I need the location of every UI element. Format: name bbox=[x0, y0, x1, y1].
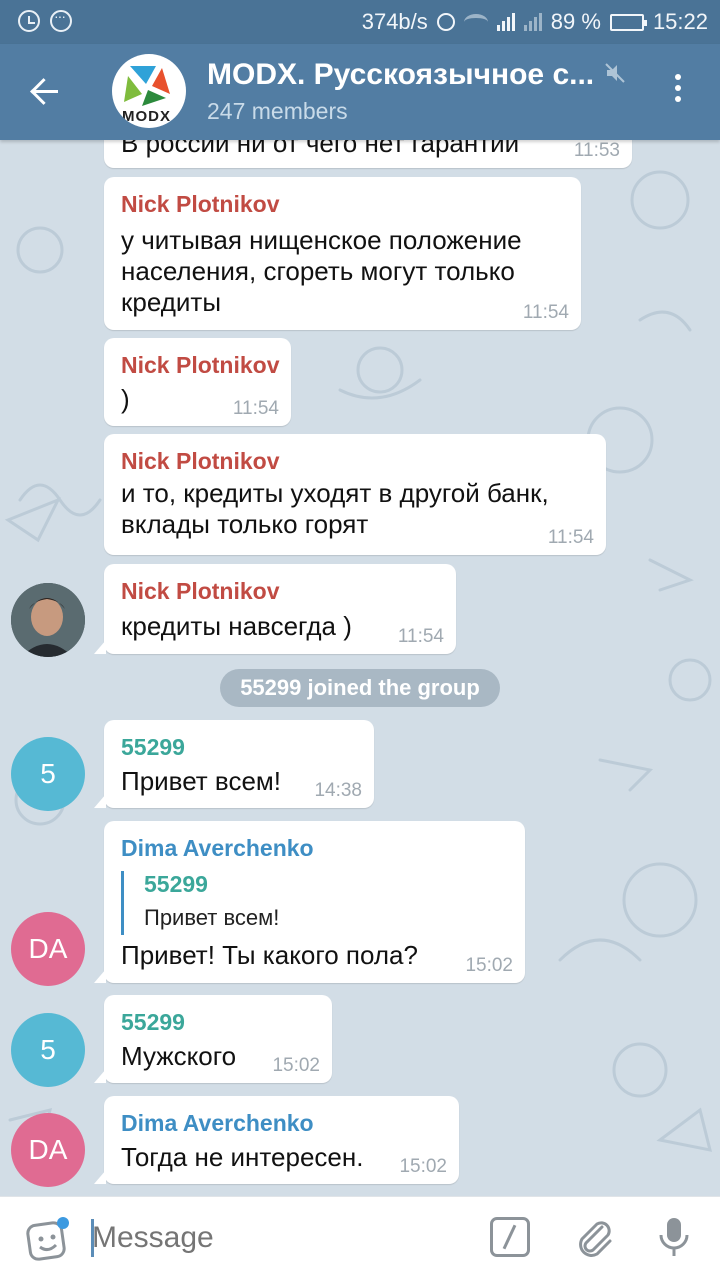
sticker-emoji-icon[interactable] bbox=[26, 1217, 70, 1261]
message-time: 15:02 bbox=[399, 1156, 447, 1177]
message-text: Мужского bbox=[121, 1041, 237, 1071]
avatar-initials: 5 bbox=[40, 1034, 56, 1065]
microphone-icon[interactable] bbox=[656, 1215, 692, 1259]
message-text: вклады только горят bbox=[121, 509, 369, 539]
user-avatar-photo[interactable] bbox=[11, 583, 85, 657]
message-text: и то, кредиты уходят в другой банк, bbox=[121, 478, 549, 508]
chat-header[interactable]: MODX MODX. Русскоязычное с... 247 member… bbox=[0, 44, 720, 140]
status-bar: 374b/s 89 % 15:22 bbox=[0, 0, 720, 44]
bot-command-icon[interactable] bbox=[490, 1217, 530, 1257]
attach-paperclip-icon[interactable] bbox=[572, 1215, 616, 1259]
member-count: 247 members bbox=[207, 98, 348, 124]
message-bubble[interactable]: 55299 Мужского 15:02 bbox=[94, 995, 332, 1083]
message-time: 11:54 bbox=[232, 398, 279, 419]
message-bubble[interactable]: Nick Plotnikov у читывая нищенское полож… bbox=[104, 177, 581, 330]
message-text: Привет! Ты какого пола? bbox=[121, 940, 418, 970]
message-text: населения, сгореть могут только bbox=[121, 256, 515, 286]
message-bubble[interactable]: 55299 Привет всем! 14:38 bbox=[94, 720, 374, 808]
message-bubble[interactable]: Nick Plotnikov кредиты навсегда ) 11:54 bbox=[94, 564, 456, 654]
message-bubble[interactable]: Nick Plotnikov ) 11:54 bbox=[104, 338, 291, 426]
message-list[interactable]: В россии ни от чего нет гарантии 11:53 N… bbox=[0, 140, 720, 1196]
user-photo bbox=[11, 583, 85, 657]
notification-dots-icon bbox=[50, 8, 72, 32]
message-sender[interactable]: Nick Plotnikov bbox=[121, 448, 279, 475]
group-title[interactable]: MODX. Русскоязычное с... bbox=[207, 58, 602, 92]
signal-2-icon bbox=[523, 13, 542, 31]
wifi-icon bbox=[463, 14, 488, 30]
reply-text: Привет всем! bbox=[144, 905, 280, 930]
message-bubble[interactable]: В россии ни от чего нет гарантии 11:53 bbox=[104, 140, 632, 168]
message-sender[interactable]: Dima Averchenko bbox=[121, 835, 314, 862]
message-text: кредиты bbox=[121, 287, 222, 317]
message-time: 14:38 bbox=[314, 780, 362, 801]
message-sender[interactable]: Nick Plotnikov bbox=[121, 578, 279, 605]
status-left-icons bbox=[18, 8, 72, 32]
message-text: у читывая нищенское положение bbox=[121, 225, 522, 255]
signal-icon bbox=[496, 13, 515, 31]
message-text: Привет всем! bbox=[121, 766, 281, 796]
message-text: В россии ни от чего нет гарантии bbox=[121, 140, 520, 158]
message-time: 15:02 bbox=[465, 955, 513, 976]
group-avatar-text: MODX bbox=[122, 108, 171, 125]
avatar-initials: DA bbox=[28, 1134, 68, 1165]
message-text: ) bbox=[121, 384, 130, 414]
clock: 15:22 bbox=[652, 9, 708, 34]
message-time: 11:53 bbox=[573, 140, 620, 161]
back-arrow-icon[interactable] bbox=[24, 70, 68, 114]
battery-percent: 89 % bbox=[550, 9, 601, 34]
muted-speaker-icon bbox=[605, 63, 625, 83]
message-time: 11:54 bbox=[547, 527, 594, 548]
message-sender[interactable]: 55299 bbox=[121, 734, 185, 761]
message-text: кредиты навсегда ) bbox=[121, 611, 352, 641]
alarm-clock-icon bbox=[436, 13, 455, 31]
user-avatar[interactable]: 5 bbox=[11, 737, 85, 811]
status-right: 374b/s 89 % 15:22 bbox=[362, 9, 708, 35]
message-bubble[interactable]: Dima Averchenko 55299 Привет всем! Приве… bbox=[94, 821, 525, 983]
message-bubble[interactable]: Dima Averchenko Тогда не интересен. 15:0… bbox=[94, 1096, 459, 1184]
reply-quote[interactable]: 55299 Привет всем! bbox=[121, 871, 279, 935]
message-input[interactable] bbox=[92, 1217, 472, 1259]
more-menu-icon[interactable] bbox=[668, 74, 688, 108]
battery-icon bbox=[609, 13, 647, 31]
group-avatar[interactable]: MODX bbox=[112, 54, 186, 128]
user-avatar[interactable]: DA bbox=[11, 912, 85, 986]
message-input-bar bbox=[0, 1196, 720, 1280]
reply-sender: 55299 bbox=[144, 871, 208, 897]
message-time: 11:54 bbox=[522, 302, 569, 323]
message-time: 15:02 bbox=[272, 1055, 320, 1076]
message-time: 11:54 bbox=[397, 626, 444, 647]
avatar-initials: 5 bbox=[40, 758, 56, 789]
message-sender[interactable]: Nick Plotnikov bbox=[121, 352, 279, 379]
message-bubble[interactable]: Nick Plotnikov и то, кредиты уходят в др… bbox=[104, 434, 606, 555]
message-sender[interactable]: Nick Plotnikov bbox=[121, 191, 279, 218]
user-avatar[interactable]: 5 bbox=[11, 1013, 85, 1087]
service-message: 55299 joined the group bbox=[220, 669, 500, 707]
alarm-icon bbox=[18, 10, 40, 32]
message-sender[interactable]: Dima Averchenko bbox=[121, 1110, 314, 1137]
network-speed: 374b/s bbox=[361, 9, 428, 34]
message-sender[interactable]: 55299 bbox=[121, 1009, 185, 1036]
message-text: Тогда не интересен. bbox=[121, 1142, 364, 1172]
avatar-initials: DA bbox=[28, 933, 68, 964]
user-avatar[interactable]: DA bbox=[11, 1113, 85, 1187]
